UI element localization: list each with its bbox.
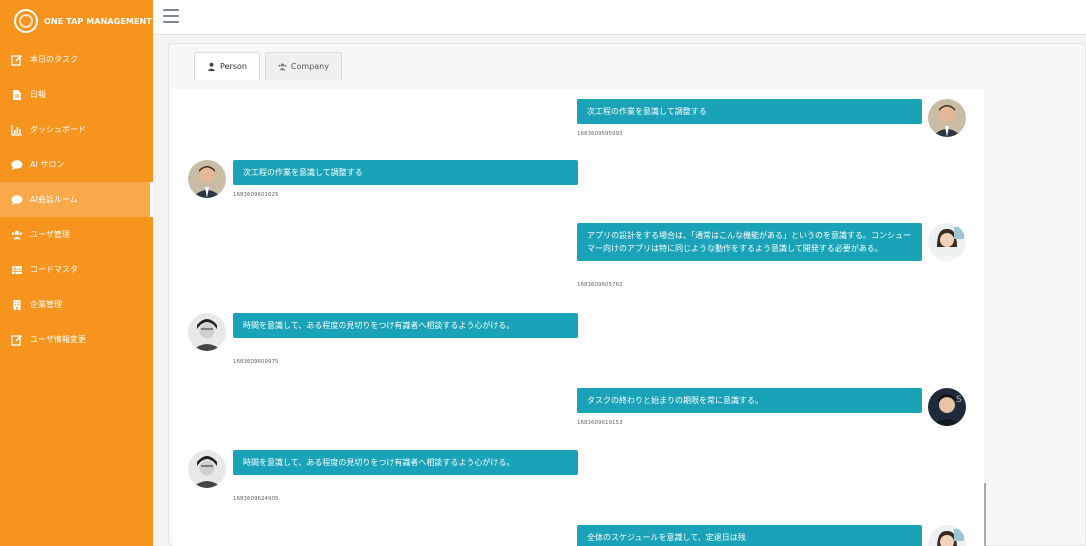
message-timestamp: 1683609595993 — [577, 131, 623, 137]
tab-label: Company — [290, 62, 329, 71]
message-timestamp: 1683609609975 — [233, 359, 279, 365]
avatar[interactable] — [188, 313, 226, 351]
file-icon — [10, 89, 24, 101]
users-icon — [278, 63, 287, 71]
message-bubble: 時間を意識して、ある程度の見切りをつけ有識者へ相談するよう心がける。 — [233, 450, 578, 475]
sidebar-item-ai-chat-room[interactable]: AI会話ルーム — [0, 182, 153, 217]
avatar[interactable] — [188, 160, 226, 198]
top-bar — [153, 0, 1086, 35]
message-bubble: 時間を意識して、ある程度の見切りをつけ有識者へ相談するよう心がける。 — [233, 313, 578, 338]
tab-person[interactable]: Person — [194, 52, 260, 80]
message-timestamp: 1683609619153 — [577, 420, 623, 426]
sidebar-item-user-management[interactable]: ユーザ管理 — [0, 217, 153, 252]
building-icon — [10, 299, 24, 311]
edit-icon — [10, 54, 24, 66]
sidebar-item-user-info-change[interactable]: ユーザ情報変更 — [0, 322, 153, 357]
message-bubble: 次工程の作業を意識して調整する — [577, 99, 922, 124]
sidebar-item-label: ユーザ情報変更 — [30, 335, 86, 344]
tab-label: Person — [220, 62, 247, 71]
edit-icon — [10, 334, 24, 346]
avatar[interactable] — [928, 99, 966, 137]
chat-panel[interactable]: 次工程の作業を意識して調整する 1683609595993 次工程の作業を意識し… — [172, 89, 984, 546]
table-icon — [10, 264, 24, 276]
message-bubble: アプリの設計をする場合は、「通常はこんな機能がある」というのを意識する。コンシュ… — [577, 223, 922, 261]
sidebar-item-daily-report[interactable]: 日報 — [0, 77, 153, 112]
brand[interactable]: ONE TAP MANAGEMENT — [0, 0, 153, 42]
message-bubble: タスクの終わりと始まりの期限を常に意識する。 — [577, 388, 922, 413]
message-bubble: 全体のスケジュールを意識して、定退日は残 — [577, 525, 922, 546]
avatar[interactable] — [188, 450, 226, 488]
avatar[interactable] — [928, 525, 966, 546]
avatar[interactable] — [928, 223, 966, 261]
brand-name: ONE TAP MANAGEMENT — [44, 16, 152, 26]
sidebar-item-today-tasks[interactable]: 本日のタスク — [0, 42, 153, 77]
sidebar-item-label: 日報 — [30, 90, 46, 99]
sidebar-item-company-management[interactable]: 企業管理 — [0, 287, 153, 322]
message-timestamp: 1683609624905 — [233, 496, 279, 502]
sidebar-item-label: 本日のタスク — [30, 55, 78, 64]
chat-bubble-icon — [10, 159, 24, 171]
tab-bar: Person Company — [194, 52, 342, 80]
message-bubble: 次工程の作業を意識して調整する — [233, 160, 578, 185]
svg-text:S: S — [956, 395, 962, 405]
sidebar-item-label: コードマスタ — [30, 265, 78, 274]
sidebar-item-label: 企業管理 — [30, 300, 62, 309]
tab-company[interactable]: Company — [264, 52, 342, 80]
brand-logo-icon — [14, 9, 38, 33]
sidebar: ONE TAP MANAGEMENT 本日のタスク 日報 ダッシュボード AI … — [0, 0, 153, 546]
sidebar-item-label: AI サロン — [30, 160, 65, 169]
sidebar-item-label: ユーザ管理 — [30, 230, 70, 239]
users-icon — [10, 229, 24, 241]
sidebar-item-label: AI会話ルーム — [30, 195, 78, 204]
user-icon — [207, 62, 216, 71]
message-timestamp: 1683609605762 — [577, 282, 623, 288]
message-timestamp: 1683609601625 — [233, 192, 279, 198]
bar-chart-icon — [10, 124, 24, 136]
hamburger-menu-icon[interactable] — [163, 9, 179, 23]
sidebar-item-code-master[interactable]: コードマスタ — [0, 252, 153, 287]
sidebar-item-label: ダッシュボード — [30, 125, 86, 134]
avatar[interactable]: S — [928, 388, 966, 426]
sidebar-item-dashboard[interactable]: ダッシュボード — [0, 112, 153, 147]
chat-scrollbar[interactable] — [984, 483, 986, 546]
chat-bubble-icon — [10, 194, 24, 206]
sidebar-item-ai-salon[interactable]: AI サロン — [0, 147, 153, 182]
